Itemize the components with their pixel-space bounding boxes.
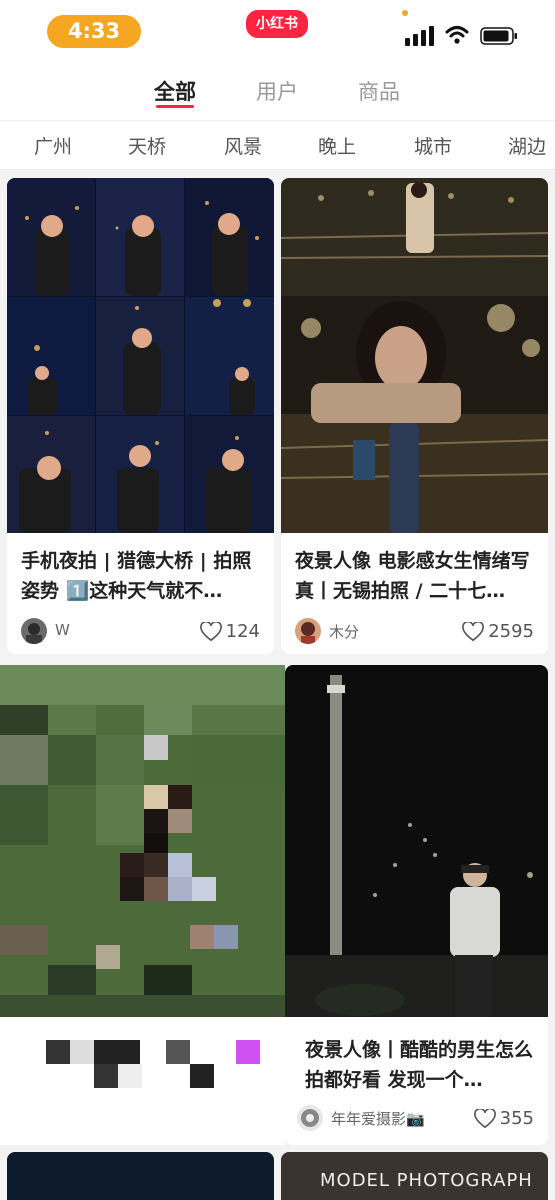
note-meta: 年年爱摄影📷 355 [297, 1105, 534, 1133]
signal-icon [405, 26, 434, 46]
tab-all[interactable]: 全部 [154, 76, 196, 106]
filter-chip-overpass[interactable]: 天桥 [128, 132, 166, 159]
privacy-indicator-dot [402, 10, 408, 16]
note-title[interactable]: 夜景人像 电影感女生情绪写真丨无锡拍照 / 二十七… [295, 546, 538, 606]
heart-icon [199, 622, 222, 642]
wifi-icon [445, 26, 469, 44]
like-button[interactable]: 2595 [462, 618, 534, 646]
filter-chip-bar: 广州 天桥 风景 晚上 城市 湖边 [0, 120, 555, 170]
note-meta: W 124 [21, 618, 260, 646]
search-result-tabs: 全部 用户 商品 [0, 64, 555, 120]
avatar[interactable] [295, 618, 321, 644]
note-card[interactable]: 手机夜拍 | 猎德大桥 | 拍照姿势 1️⃣这种天气就不… W 124 [7, 178, 274, 654]
note-card-partial[interactable] [7, 1152, 274, 1200]
like-button[interactable]: 124 [199, 618, 260, 646]
filter-chip-city[interactable]: 城市 [414, 132, 452, 159]
note-cover-image[interactable] [285, 665, 548, 1017]
note-card[interactable] [0, 665, 285, 1145]
battery-icon [480, 27, 517, 45]
author-name[interactable]: 年年爱摄影📷 [331, 1108, 425, 1129]
note-card[interactable]: 夜景人像丨酷酷的男生怎么拍都好看 发现一个… 年年爱摄影📷 355 [285, 665, 548, 1145]
status-bar: 4:33 小红书 [0, 0, 555, 64]
status-time: 4:33 [47, 15, 141, 48]
filter-chip-scenery[interactable]: 风景 [224, 132, 262, 159]
app-badge: 小红书 [246, 10, 308, 38]
active-tab-indicator [156, 105, 194, 108]
like-count: 124 [225, 621, 260, 642]
avatar[interactable] [297, 1105, 323, 1131]
author-name[interactable]: 木分 [329, 621, 359, 642]
note-cover-image[interactable] [7, 178, 274, 533]
note-title[interactable]: 夜景人像丨酷酷的男生怎么拍都好看 发现一个… [305, 1035, 538, 1095]
like-button[interactable]: 355 [473, 1105, 534, 1133]
filter-chip-night[interactable]: 晚上 [318, 132, 356, 159]
note-title[interactable]: 手机夜拍 | 猎德大桥 | 拍照姿势 1️⃣这种天气就不… [21, 546, 264, 606]
avatar[interactable] [21, 618, 47, 644]
tab-users[interactable]: 用户 [256, 76, 298, 106]
filter-chip-guangzhou[interactable]: 广州 [34, 132, 72, 159]
note-meta: 木分 2595 [295, 618, 534, 646]
like-count: 355 [499, 1108, 534, 1129]
filter-chip-lakeside[interactable]: 湖边 [508, 132, 546, 159]
tab-products[interactable]: 商品 [358, 76, 400, 106]
note-cover-image[interactable] [281, 178, 548, 533]
author-name[interactable]: W [55, 621, 70, 639]
heart-icon [462, 622, 485, 642]
heart-icon [473, 1109, 496, 1129]
image-watermark-text: MODEL PHOTOGRAPH [320, 1170, 533, 1191]
like-count: 2595 [488, 621, 534, 642]
note-card[interactable]: 夜景人像 电影感女生情绪写真丨无锡拍照 / 二十七… 木分 2595 [281, 178, 548, 654]
note-cover-image-pixelated[interactable] [0, 665, 285, 1017]
pixelated-title-block [46, 1040, 260, 1088]
